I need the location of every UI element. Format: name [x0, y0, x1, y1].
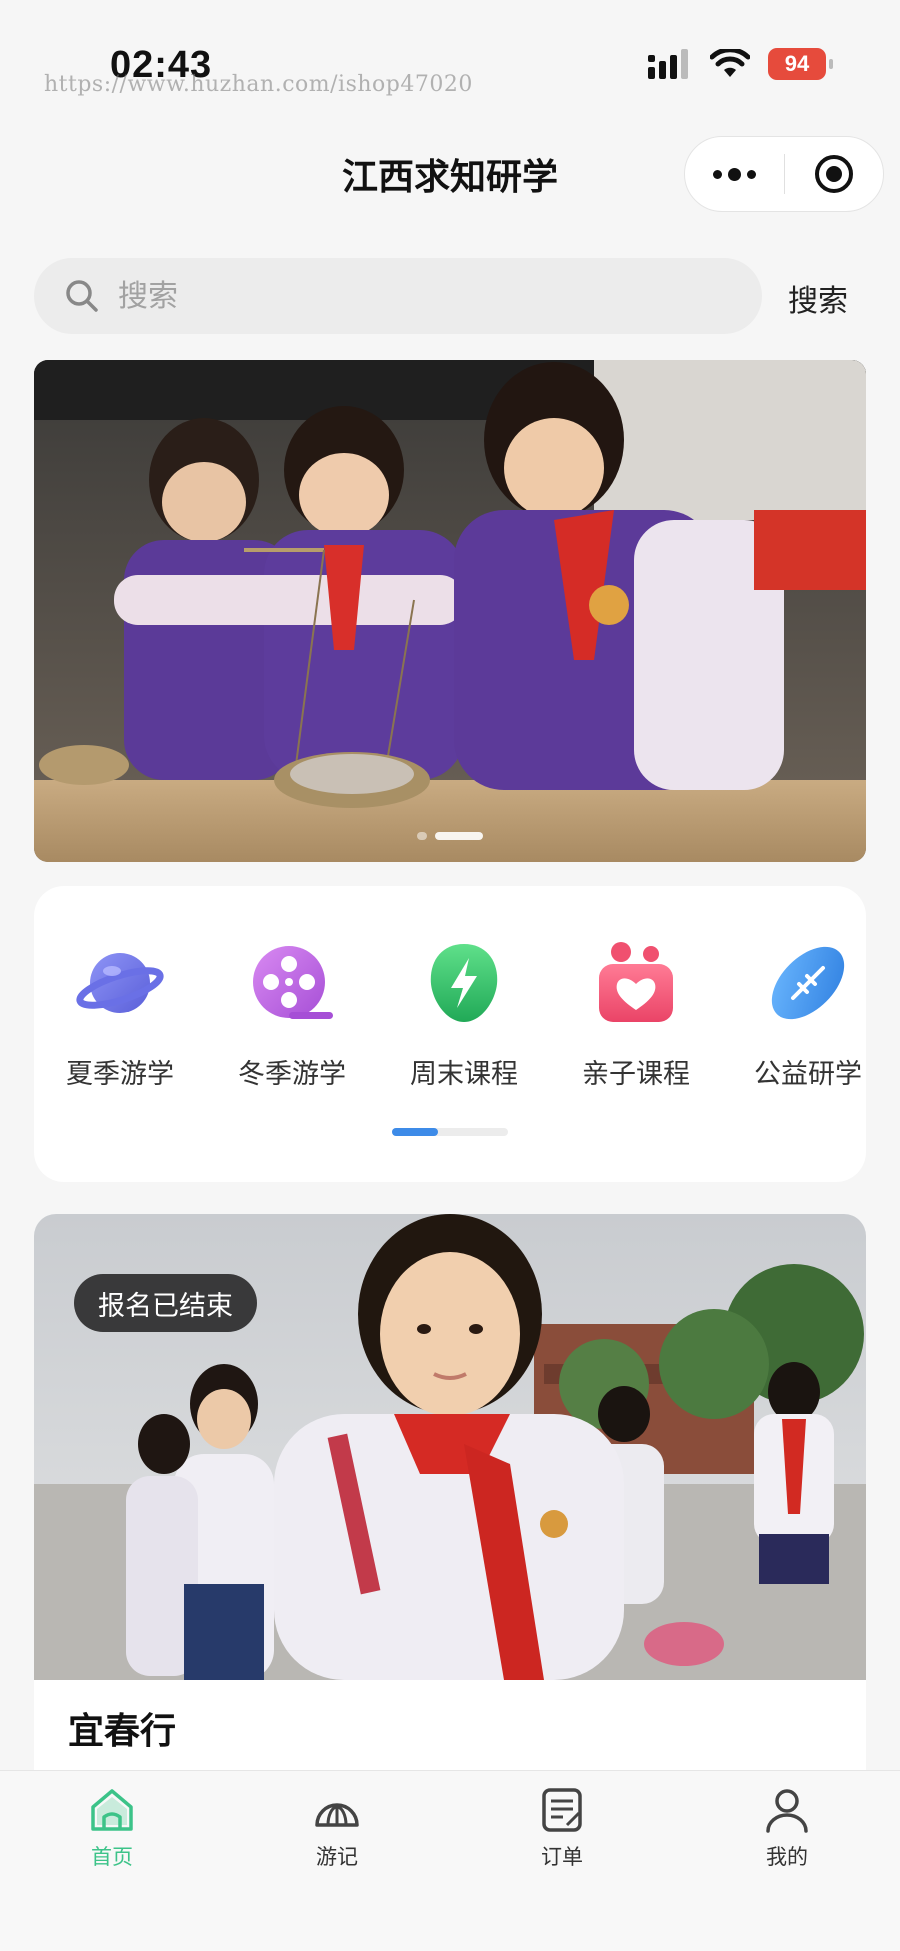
status-bar: 02:43 https://www.huzhan.com/ishop47020 … — [0, 0, 900, 120]
banner-dot[interactable] — [417, 832, 427, 840]
status-badge: 报名已结束 — [74, 1274, 257, 1332]
category-item-summer[interactable]: 夏季游学 — [40, 938, 200, 1091]
order-icon — [542, 1788, 582, 1832]
category-item-winter[interactable]: 冬季游学 — [212, 938, 372, 1091]
category-item-weekend[interactable]: 周末课程 — [384, 938, 544, 1091]
watermark-url: https://www.huzhan.com/ishop47020 — [44, 72, 473, 97]
more-button[interactable] — [685, 137, 784, 211]
rugby-ball-icon — [771, 946, 845, 1020]
trip-title: 宜春行 — [68, 1711, 177, 1752]
search-input[interactable] — [118, 278, 678, 314]
status-icons: 94 — [648, 48, 833, 80]
trip-card[interactable]: 报名已结束 宜春行 — [34, 1214, 866, 1774]
category-label: 周末课程 — [410, 1059, 518, 1090]
planet-icon — [76, 953, 164, 1013]
film-reel-icon — [253, 946, 333, 1019]
close-miniprogram-button[interactable] — [785, 137, 884, 211]
category-label: 公益研学 — [754, 1059, 862, 1090]
category-label: 亲子课程 — [582, 1059, 690, 1090]
battery-icon: 94 — [768, 48, 833, 80]
travel-notes-icon — [315, 1803, 359, 1827]
tab-orders[interactable]: 订单 — [497, 1785, 627, 1871]
tab-label: 我的 — [766, 1845, 808, 1869]
category-item-charity[interactable]: 公益研学 — [728, 938, 866, 1091]
tab-label: 订单 — [541, 1845, 583, 1869]
category-row[interactable]: 夏季游学 冬季游学 周末课程 亲子课程 公益研学 — [34, 938, 866, 1091]
category-item-family[interactable]: 亲子课程 — [556, 938, 716, 1091]
tab-label: 首页 — [91, 1845, 133, 1869]
home-icon — [91, 1789, 133, 1831]
profile-icon — [766, 1789, 808, 1833]
category-label: 夏季游学 — [66, 1059, 174, 1090]
tab-travel-notes[interactable]: 游记 — [272, 1785, 402, 1871]
more-dots-icon — [712, 167, 756, 181]
banner-photo — [34, 360, 866, 862]
battery-level: 94 — [784, 51, 810, 76]
banner-indicator — [34, 832, 866, 840]
miniprogram-capsule — [684, 136, 884, 212]
tab-label: 游记 — [316, 1845, 358, 1869]
tab-profile[interactable]: 我的 — [722, 1785, 852, 1871]
category-label: 冬季游学 — [238, 1059, 346, 1090]
search-box[interactable] — [34, 258, 762, 334]
wifi-icon — [710, 49, 750, 77]
search-icon — [66, 280, 98, 312]
family-heart-icon — [599, 942, 673, 1022]
lightning-bolt-icon — [430, 944, 498, 1022]
category-scroll-thumb — [392, 1128, 439, 1136]
signal-icon — [648, 49, 688, 79]
target-close-icon — [814, 155, 853, 193]
banner-dot-active[interactable] — [435, 832, 483, 840]
category-card: 夏季游学 冬季游学 周末课程 亲子课程 公益研学 — [34, 886, 866, 1182]
tab-home[interactable]: 首页 — [47, 1785, 177, 1871]
tab-bar: 首页 游记 订单 我的 — [0, 1770, 900, 1951]
banner-carousel[interactable] — [34, 360, 866, 862]
search-button[interactable]: 搜索 — [788, 276, 848, 320]
category-scroll-indicator — [392, 1128, 508, 1136]
